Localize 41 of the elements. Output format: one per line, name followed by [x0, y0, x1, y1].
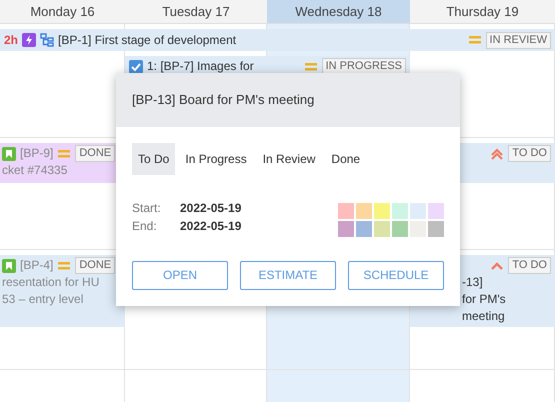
color-swatch[interactable]: [374, 220, 390, 236]
status-tab[interactable]: In Review: [256, 142, 322, 174]
day-header: Thursday 19: [410, 0, 555, 24]
color-swatch[interactable]: [428, 202, 444, 218]
event-title: [BP-1] First stage of development: [58, 32, 238, 48]
color-swatch[interactable]: [356, 202, 372, 218]
status-badge: TO DO: [508, 145, 551, 162]
event-title: for PM's: [462, 291, 507, 308]
color-swatch[interactable]: [410, 202, 426, 218]
date-value: 2022-05-19: [180, 218, 242, 234]
color-swatch[interactable]: [392, 202, 408, 218]
status-badge: TO DO: [508, 257, 551, 274]
event-title: 53 – entry level: [2, 291, 84, 308]
estimate-text: 2h: [4, 32, 18, 49]
day-header: Tuesday 17: [125, 0, 267, 24]
event-title: -13]: [462, 274, 484, 291]
day-header: Monday 16: [0, 0, 125, 24]
color-swatch[interactable]: [392, 220, 408, 236]
color-swatch[interactable]: [356, 220, 372, 236]
status-badge: DONE: [75, 257, 116, 274]
color-swatch[interactable]: [374, 202, 390, 218]
color-swatch[interactable]: [338, 220, 354, 236]
event-title: 1: [BP-7] Images for: [147, 58, 255, 75]
popup-title: [BP-13] Board for PM's meeting: [116, 73, 460, 126]
event-title: meeting: [462, 308, 506, 325]
date-label: End:: [132, 218, 158, 234]
color-swatch[interactable]: [410, 220, 426, 236]
day-header: Wednesday 18: [267, 0, 410, 24]
event-title: cket #74335: [2, 162, 68, 179]
event-title: [BP-9]: [20, 145, 54, 162]
status-tab[interactable]: In Progress: [179, 142, 253, 174]
event-title: [BP-4]: [20, 257, 54, 274]
status-badge: DONE: [75, 145, 116, 162]
date-value: 2022-05-19: [180, 200, 242, 216]
event-title: resentation for HU: [2, 274, 100, 291]
date-label: Start:: [132, 200, 162, 216]
color-swatch[interactable]: [338, 202, 354, 218]
status-badge: IN REVIEW: [486, 32, 551, 48]
status-tab[interactable]: To Do: [132, 142, 176, 174]
status-tab[interactable]: Done: [325, 142, 366, 174]
color-swatch[interactable]: [428, 220, 444, 236]
